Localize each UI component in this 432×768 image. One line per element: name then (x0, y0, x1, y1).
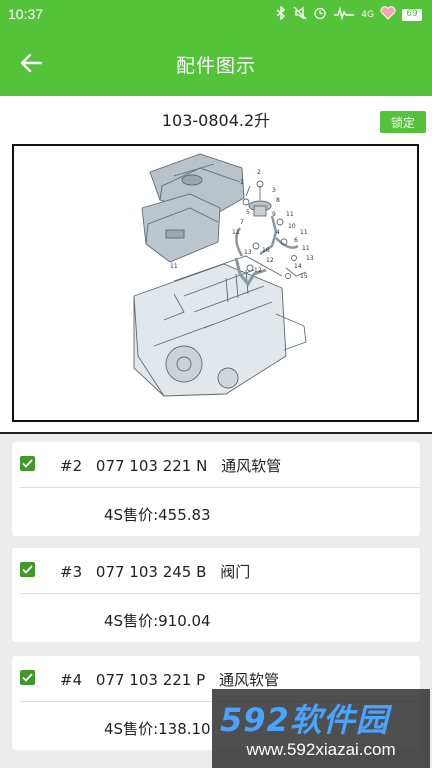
part-number: 077 103 221 P (95, 671, 206, 689)
watermark-url: www.592xiazai.com (246, 740, 396, 759)
part-checkbox[interactable] (20, 456, 35, 471)
svg-text:2: 2 (257, 169, 261, 176)
heart-icon (380, 6, 396, 23)
lock-button[interactable]: 锁定 (380, 111, 426, 133)
divider (20, 487, 420, 488)
engine-diagram-image: 1 2 3 8 9 11 10 4 6 11 13 14 15 16 12 13… (133, 153, 314, 397)
mute-icon (293, 6, 307, 23)
svg-text:12: 12 (254, 267, 262, 274)
svg-text:13: 13 (306, 255, 314, 262)
part-index: #4 (60, 671, 83, 689)
part-price: 4S售价:455.83 (104, 506, 211, 524)
svg-text:11: 11 (300, 229, 308, 236)
part-info: #3 077 103 245 B 阀门 (60, 561, 259, 582)
svg-text:9: 9 (272, 211, 276, 218)
alarm-icon (313, 6, 327, 23)
part-price: 4S售价:138.10 (104, 720, 211, 738)
part-index: #3 (60, 563, 83, 581)
part-checkbox[interactable] (20, 562, 35, 577)
app-bar: 配件图示 (0, 30, 432, 96)
svg-text:1: 1 (240, 179, 244, 186)
status-bar: 10:37 4G 69 (0, 0, 432, 30)
check-icon (22, 459, 33, 468)
page-title: 配件图示 (175, 55, 256, 77)
part-name: 阀门 (220, 563, 251, 581)
watermark-brand: 592软件园 (220, 701, 389, 739)
signal-icon (333, 6, 355, 23)
battery-icon: 69 (402, 8, 422, 21)
svg-text:13: 13 (244, 249, 252, 256)
part-info: #2 077 103 221 N 通风软管 (60, 455, 290, 476)
svg-text:6: 6 (294, 237, 298, 244)
check-icon (22, 565, 33, 574)
part-card[interactable]: #2 077 103 221 N 通风软管 4S售价:455.83 (12, 442, 420, 536)
svg-text:7: 7 (240, 219, 244, 226)
svg-text:4: 4 (276, 229, 280, 236)
status-time: 10:37 (8, 6, 44, 22)
part-code: 103-0804.2升 (161, 111, 271, 130)
status-icons: 4G 69 (275, 5, 422, 23)
svg-text:15: 15 (300, 273, 308, 280)
svg-text:10: 10 (288, 223, 296, 230)
part-name: 通风软管 (218, 671, 279, 689)
svg-text:3: 3 (272, 187, 276, 194)
svg-text:8: 8 (276, 197, 280, 204)
bluetooth-icon (275, 5, 287, 23)
check-icon (22, 673, 33, 682)
svg-text:11: 11 (286, 211, 294, 218)
part-price: 4S售价:910.04 (104, 612, 211, 630)
svg-text:14: 14 (294, 263, 302, 270)
part-checkbox[interactable] (20, 670, 35, 685)
diagram-area: 1 2 3 8 9 11 10 4 6 11 13 14 15 16 12 13… (0, 138, 432, 434)
svg-text:16: 16 (262, 247, 270, 254)
svg-text:11: 11 (170, 263, 178, 270)
svg-text:11: 11 (302, 245, 310, 252)
network-label: 4G (361, 9, 374, 20)
watermark: 592软件园 www.592xiazai.com (212, 689, 430, 768)
part-number: 077 103 245 B (95, 563, 207, 581)
divider (20, 593, 420, 594)
part-name: 通风软管 (221, 457, 282, 475)
part-number: 077 103 221 N (95, 457, 208, 475)
part-info: #4 077 103 221 P 通风软管 (60, 669, 288, 690)
subheader: 103-0804.2升 锁定 (0, 96, 432, 138)
svg-text:11: 11 (232, 229, 240, 236)
parts-diagram[interactable]: 1 2 3 8 9 11 10 4 6 11 13 14 15 16 12 13… (12, 144, 419, 422)
part-card[interactable]: #3 077 103 245 B 阀门 4S售价:910.04 (12, 548, 420, 642)
part-index: #2 (60, 457, 83, 475)
svg-text:12: 12 (266, 257, 274, 264)
svg-text:5: 5 (246, 209, 250, 216)
